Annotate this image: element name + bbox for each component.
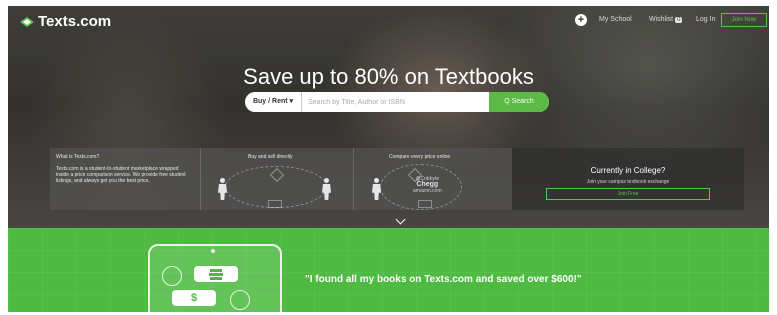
column-divider <box>200 148 201 210</box>
compare-title: Compare every price online <box>389 154 451 160</box>
user-icon <box>162 266 182 286</box>
search-button[interactable]: Q Search <box>489 92 549 112</box>
plus-icon[interactable]: + <box>575 14 587 26</box>
nav-login[interactable]: Log In <box>696 16 715 23</box>
logo[interactable]: Texts.com <box>20 13 111 30</box>
user-icon <box>218 178 227 200</box>
search-bar: Buy / Rent ▾ Q Search <box>245 92 549 112</box>
user-icon <box>230 290 250 310</box>
buy-rent-select[interactable]: Buy / Rent ▾ <box>245 92 302 112</box>
dollar-icon <box>418 200 432 208</box>
logo-diamond-icon <box>20 16 34 27</box>
info-panel: What is Texts.com? Texts.com is a studen… <box>50 148 769 210</box>
book-icon <box>209 269 223 280</box>
user-icon <box>372 178 381 200</box>
nav-my-school[interactable]: My School <box>599 16 632 23</box>
top-nav: Texts.com + My School Wishlist 0 Log In J… <box>8 6 769 34</box>
join-free-button[interactable]: Join Free <box>546 188 710 200</box>
how-it-works-panel: What is Texts.com? Texts.com is a studen… <box>50 148 512 210</box>
brand-item: amazon.com <box>413 188 442 194</box>
testimonial-quote: "I found all my books on Texts.com and s… <box>305 274 582 285</box>
book-message-bubble <box>194 266 238 282</box>
phone-illustration: $ <box>148 244 282 312</box>
page-frame: Texts.com + My School Wishlist 0 Log In J… <box>8 6 769 312</box>
what-is-title: What is Texts.com? <box>56 154 100 160</box>
hero-headline: Save up to 80% on Textbooks <box>243 64 534 89</box>
logo-text: Texts.com <box>38 13 112 30</box>
buy-sell-title: Buy and sell directly <box>248 154 293 160</box>
what-is-body: Texts.com is a student-to-student market… <box>56 166 186 184</box>
phone-camera <box>211 249 215 253</box>
nav-wishlist-label: Wishlist <box>649 16 674 23</box>
college-title: Currently in College? <box>590 166 666 175</box>
college-subtitle: Join your campus textbook exchange <box>586 179 670 185</box>
join-now-button[interactable]: Join Now <box>721 13 767 27</box>
testimonial-section: $ "I found all my books on Texts.com and… <box>8 228 769 312</box>
nav-wishlist[interactable]: Wishlist 0 <box>649 16 683 23</box>
search-input[interactable] <box>302 92 489 112</box>
wishlist-count-badge: 0 <box>675 17 683 23</box>
dollar-icon <box>268 200 282 208</box>
column-divider <box>353 148 354 210</box>
college-cta-panel: Currently in College? Join your campus t… <box>512 148 744 210</box>
price-source-list: @Cobbyte Chegg amazon.com <box>413 176 442 194</box>
dollar-icon: $ <box>172 290 216 306</box>
user-icon <box>322 178 331 200</box>
